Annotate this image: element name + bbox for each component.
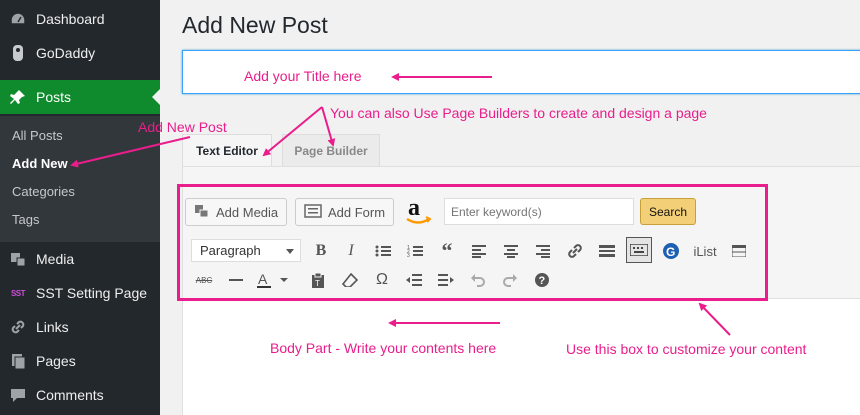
- editor-body[interactable]: [183, 299, 860, 415]
- admin-sidebar: Dashboard GoDaddy Posts All Posts Add Ne…: [0, 0, 160, 415]
- toolbar-highlight-box: [177, 184, 768, 301]
- sidebar-item-godaddy[interactable]: GoDaddy: [0, 36, 160, 70]
- page-title: Add New Post: [182, 12, 328, 38]
- sidebar-item-label: Comments: [36, 387, 104, 403]
- godaddy-icon: [0, 44, 36, 62]
- tab-page-builder[interactable]: Page Builder: [282, 134, 380, 167]
- sidebar-item-posts[interactable]: Posts: [0, 80, 160, 114]
- dashboard-icon: [0, 10, 36, 28]
- pages-icon: [0, 352, 36, 370]
- submenu-add-new[interactable]: Add New: [12, 156, 68, 171]
- sidebar-item-pages[interactable]: Pages: [0, 344, 160, 378]
- sidebar-item-label: Posts: [36, 89, 72, 105]
- annotation-body-note: Body Part - Write your contents here: [270, 340, 497, 356]
- annotation-title-note: Add your Title here: [244, 68, 362, 84]
- sidebar-item-media[interactable]: Media: [0, 242, 160, 276]
- sidebar-item-label: Pages: [36, 353, 76, 369]
- media-icon: [0, 250, 36, 268]
- sidebar-item-label: GoDaddy: [36, 45, 96, 61]
- sidebar-item-label: SST Setting Page: [36, 285, 148, 301]
- pin-icon: [0, 88, 36, 106]
- annotation-add-new-note: Add New Post: [138, 119, 227, 135]
- comments-icon: [0, 386, 36, 404]
- annotation-builder-note: You can also Use Page Builders to create…: [330, 105, 707, 121]
- sidebar-item-label: Links: [36, 319, 69, 335]
- submenu-all-posts[interactable]: All Posts: [12, 128, 63, 143]
- sidebar-item-label: Media: [36, 251, 75, 267]
- posts-submenu: All Posts Add New Categories Tags: [0, 116, 160, 242]
- submenu-categories[interactable]: Categories: [12, 184, 75, 199]
- submenu-tags[interactable]: Tags: [12, 212, 39, 227]
- active-indicator: [152, 89, 160, 105]
- annotation-box-note: Use this box to customize your content: [566, 341, 807, 357]
- tab-text-editor[interactable]: Text Editor: [182, 134, 272, 167]
- sidebar-item-label: Dashboard: [36, 11, 105, 27]
- link-icon: [0, 318, 36, 336]
- sst-icon: SST: [10, 288, 26, 298]
- sidebar-item-dashboard[interactable]: Dashboard: [0, 2, 160, 36]
- sidebar-item-links[interactable]: Links: [0, 310, 160, 344]
- sidebar-item-comments[interactable]: Comments: [0, 378, 160, 412]
- sidebar-item-sst-setting-page[interactable]: SST SST Setting Page: [0, 276, 160, 310]
